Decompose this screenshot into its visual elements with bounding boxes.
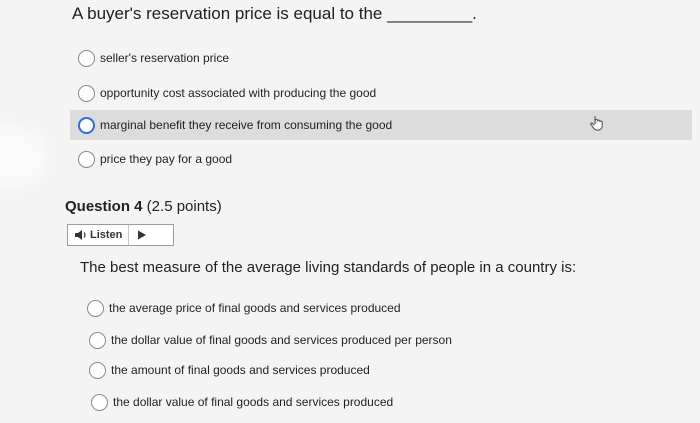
q4-option-1[interactable]: the average price of final goods and ser…	[87, 293, 401, 323]
option-label: seller's reservation price	[100, 51, 230, 65]
q3-option-2[interactable]: opportunity cost associated with produci…	[78, 78, 376, 108]
radio-button[interactable]	[78, 150, 95, 168]
radio-button[interactable]	[87, 299, 104, 317]
q4-option-2[interactable]: the dollar value of final goods and serv…	[89, 325, 452, 355]
option-label: the dollar value of final goods and serv…	[111, 333, 452, 347]
option-label: opportunity cost associated with produci…	[100, 86, 377, 100]
question-4-heading: Question 4 (2.5 points)	[65, 198, 222, 215]
q3-option-1[interactable]: seller's reservation price	[78, 43, 229, 73]
speaker-icon	[75, 230, 86, 240]
radio-button[interactable]	[78, 84, 95, 102]
q4-option-3[interactable]: the amount of final goods and services p…	[89, 355, 370, 385]
radio-button[interactable]	[78, 116, 95, 134]
radio-button[interactable]	[91, 393, 108, 411]
background-blur	[0, 136, 38, 178]
option-label: the dollar value of final goods and serv…	[113, 395, 394, 409]
radio-button[interactable]	[89, 361, 106, 379]
listen-button[interactable]: Listen	[68, 225, 130, 245]
option-label: price they pay for a good	[100, 152, 233, 166]
question-4-prompt: The best measure of the average living s…	[80, 259, 577, 276]
q3-option-4[interactable]: price they pay for a good	[78, 144, 232, 174]
option-label: the amount of final goods and services p…	[111, 363, 370, 377]
question-number: Question 4	[65, 198, 143, 215]
play-icon[interactable]	[137, 230, 147, 240]
option-label: the average price of final goods and ser…	[109, 301, 401, 315]
option-label: marginal benefit they receive from consu…	[100, 118, 393, 132]
radio-button[interactable]	[89, 331, 106, 349]
q4-option-4[interactable]: the dollar value of final goods and serv…	[91, 387, 393, 417]
hand-pointer-icon	[590, 115, 603, 131]
radio-button[interactable]	[78, 49, 95, 67]
listen-label: Listen	[90, 229, 123, 241]
listen-widget: Listen	[67, 224, 174, 246]
question-points: (2.5 points)	[142, 198, 222, 215]
question-3-prompt: A buyer's reservation price is equal to …	[72, 4, 477, 23]
